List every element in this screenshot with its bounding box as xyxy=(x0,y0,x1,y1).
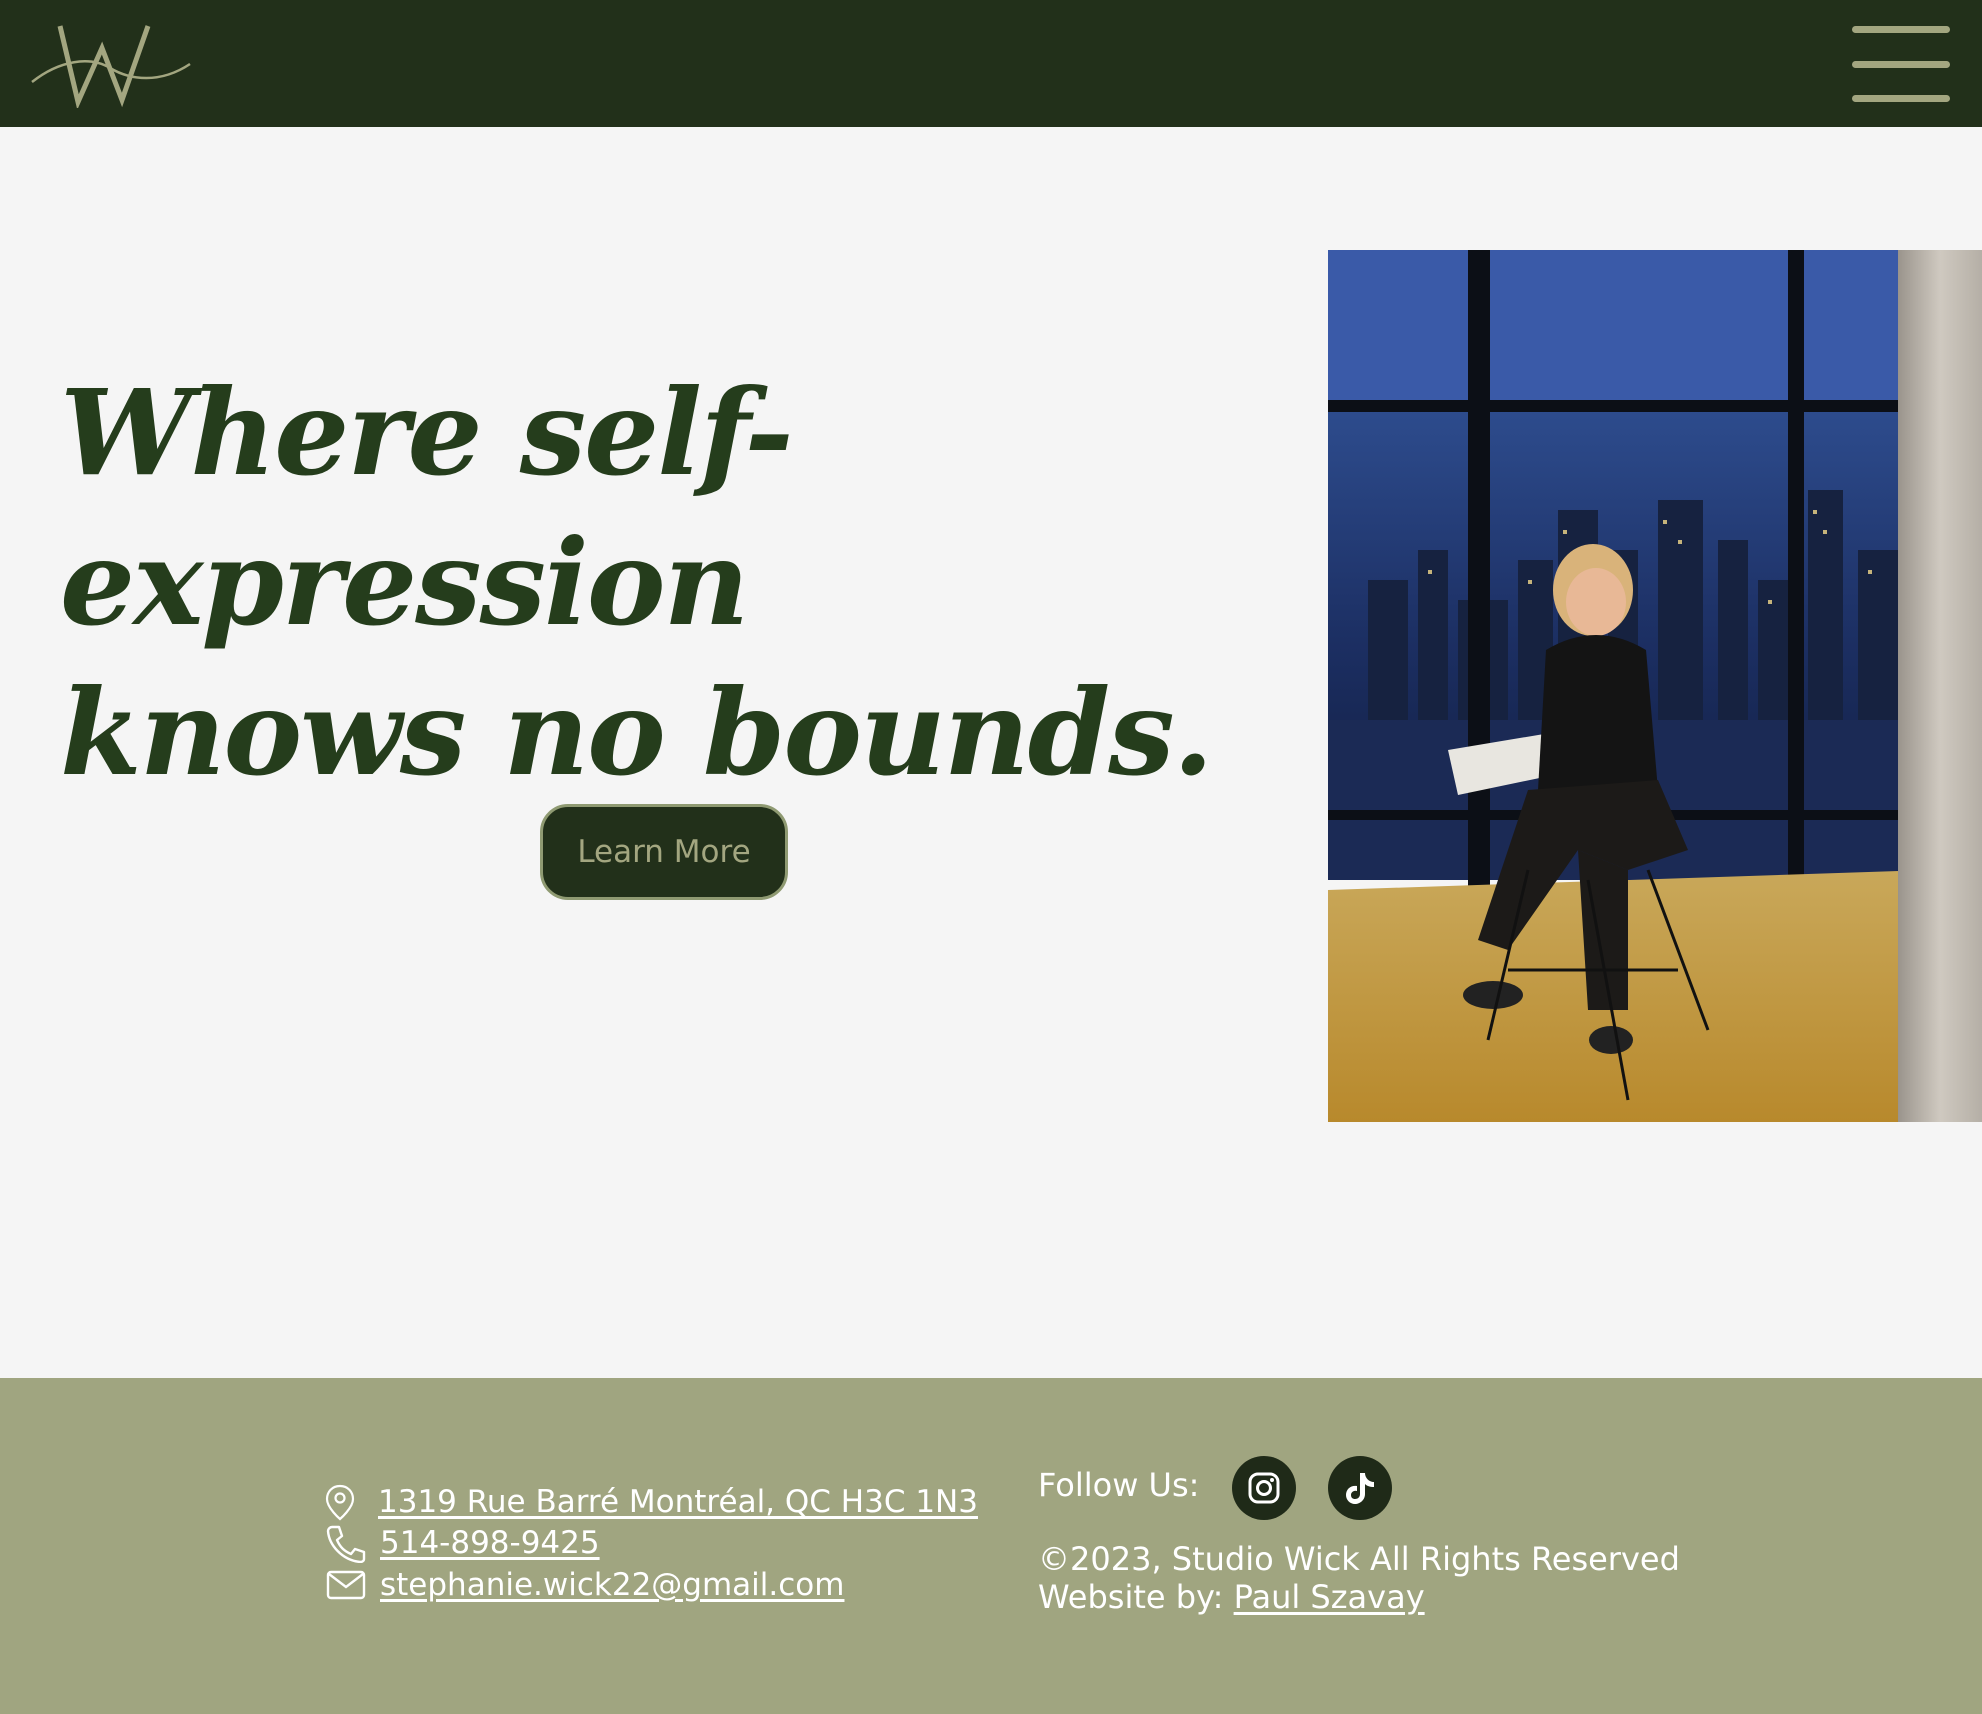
address-link[interactable]: 1319 Rue Barré Montréal, QC H3C 1N3 xyxy=(378,1484,978,1520)
instagram-icon[interactable] xyxy=(1232,1456,1296,1520)
phone-icon xyxy=(326,1525,366,1563)
phone-link[interactable]: 514-898-9425 xyxy=(380,1525,600,1561)
hero-headline: Where self-expression knows no bounds. xyxy=(60,358,1300,808)
address-row: 1319 Rue Barré Montréal, QC H3C 1N3 xyxy=(322,1482,978,1522)
site-header xyxy=(0,0,1982,127)
hamburger-menu-icon[interactable] xyxy=(1852,26,1950,102)
email-link[interactable]: stephanie.wick22@gmail.com xyxy=(380,1567,844,1603)
hero-photo-illustration xyxy=(1328,250,1982,1122)
email-row: stephanie.wick22@gmail.com xyxy=(324,1565,844,1605)
credit-prefix: Website by: xyxy=(1038,1578,1234,1616)
site-footer xyxy=(0,1378,1982,1714)
website-credit: Website by: Paul Szavay xyxy=(1038,1578,1680,1616)
hero-photo xyxy=(1328,250,1982,1122)
wick-logo-icon[interactable] xyxy=(30,20,192,108)
follow-us-label: Follow Us: xyxy=(1038,1466,1200,1504)
location-pin-icon xyxy=(325,1484,355,1521)
headline-line-2: knows no bounds. xyxy=(60,663,1214,802)
copyright-text: ©2023, Studio Wick All Rights Reserved xyxy=(1038,1540,1680,1578)
copyright-block: ©2023, Studio Wick All Rights Reserved W… xyxy=(1038,1540,1680,1616)
tiktok-glyph xyxy=(1346,1473,1374,1504)
mail-icon xyxy=(326,1570,366,1600)
instagram-glyph xyxy=(1248,1472,1280,1504)
phone-row: 514-898-9425 xyxy=(324,1523,600,1563)
credit-link[interactable]: Paul Szavay xyxy=(1234,1578,1425,1616)
headline-line-1: Where self-expression xyxy=(60,363,794,652)
learn-more-button[interactable]: Learn More xyxy=(540,804,788,900)
tiktok-icon[interactable] xyxy=(1328,1456,1392,1520)
